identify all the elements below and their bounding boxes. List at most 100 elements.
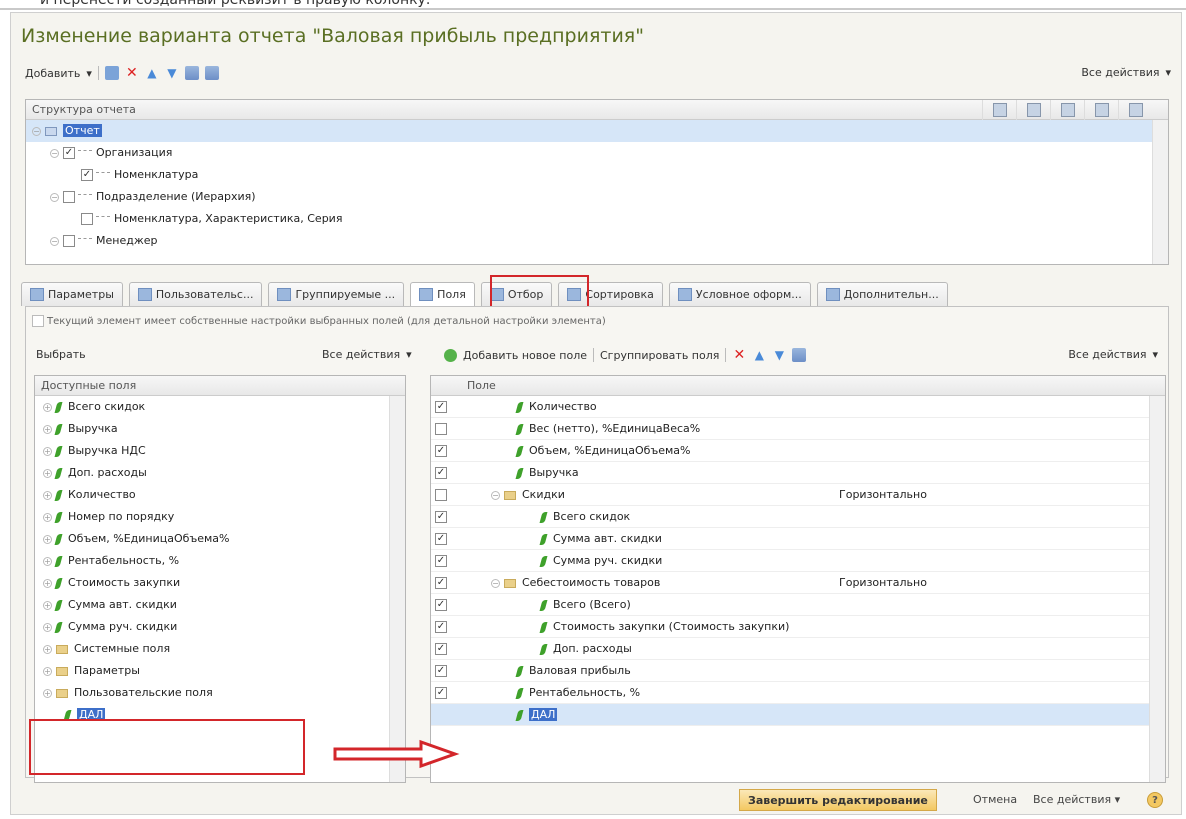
- row-checkbox[interactable]: ✓: [435, 621, 447, 633]
- expand-icon[interactable]: +: [43, 490, 52, 500]
- expand-icon[interactable]: +: [43, 622, 52, 632]
- row-checkbox[interactable]: ✓: [435, 467, 447, 479]
- expand-icon[interactable]: +: [43, 666, 52, 676]
- expand-icon[interactable]: −: [491, 578, 500, 588]
- list-item[interactable]: + Выручка НДС: [35, 440, 405, 462]
- list-item[interactable]: + Сумма авт. скидки: [35, 594, 405, 616]
- list-item[interactable]: + Доп. расходы: [35, 462, 405, 484]
- choose-label[interactable]: Выбрать: [36, 348, 86, 361]
- list-item[interactable]: + Параметры: [35, 660, 405, 682]
- list-item[interactable]: + Рентабельность, %: [35, 550, 405, 572]
- table-row[interactable]: ✓ Сумма руч. скидки: [431, 550, 1165, 572]
- footer-all-actions[interactable]: Все действия ▾: [1033, 789, 1120, 811]
- row-checkbox[interactable]: [435, 423, 447, 435]
- expand-icon[interactable]: +: [43, 446, 52, 456]
- table-row[interactable]: ✓ Выручка: [431, 462, 1165, 484]
- list-item[interactable]: + Всего скидок: [35, 396, 405, 418]
- row-checkbox[interactable]: [81, 213, 93, 225]
- table-row[interactable]: ✓ Рентабельность, %: [431, 682, 1165, 704]
- expand-icon[interactable]: +: [43, 644, 52, 654]
- expand-icon[interactable]: −: [491, 490, 500, 500]
- add-button[interactable]: Добавить: [25, 67, 80, 80]
- table-row[interactable]: ✓ Доп. расходы: [431, 638, 1165, 660]
- right-all-actions[interactable]: Все действия ▾: [1068, 348, 1158, 361]
- group-icon[interactable]: [184, 66, 199, 80]
- row-checkbox[interactable]: ✓: [81, 169, 93, 181]
- table-row[interactable]: ✓ Всего (Всего): [431, 594, 1165, 616]
- add-new-field-icon[interactable]: [444, 348, 457, 362]
- tab-3[interactable]: Группируемые ...: [268, 282, 405, 306]
- available-fields-scrollbar[interactable]: [389, 396, 405, 782]
- selected-fields-list[interactable]: Поле ✓ Количество Вес (нетто), %ЕдиницаВес…: [430, 375, 1166, 783]
- structure-scrollbar[interactable]: [1152, 120, 1168, 264]
- list-item[interactable]: + Выручка: [35, 418, 405, 440]
- table-row[interactable]: ✓ Объем, %ЕдиницаОбъема%: [431, 440, 1165, 462]
- delete-icon[interactable]: ✕: [732, 348, 746, 362]
- list-item[interactable]: + Сумма руч. скидки: [35, 616, 405, 638]
- expand-icon[interactable]: +: [43, 688, 52, 698]
- table-row[interactable]: ДАЛ: [431, 704, 1165, 726]
- own-settings-checkbox[interactable]: [32, 315, 44, 327]
- list-item[interactable]: + Пользовательские поля: [35, 682, 405, 704]
- add-grouping-icon[interactable]: [104, 66, 119, 80]
- delete-icon[interactable]: ✕: [125, 66, 139, 80]
- group-fields-button[interactable]: Сгруппировать поля: [600, 349, 719, 362]
- expand-icon[interactable]: +: [43, 402, 52, 412]
- expand-icon[interactable]: −: [50, 236, 59, 246]
- structure-row[interactable]: − ✓ Организация: [26, 142, 1168, 164]
- tab-2[interactable]: Пользовательс...: [128, 282, 263, 306]
- row-checkbox[interactable]: [63, 191, 75, 203]
- help-button[interactable]: ?: [1147, 792, 1163, 814]
- row-checkbox[interactable]: ✓: [435, 401, 447, 413]
- row-checkbox[interactable]: ✓: [435, 533, 447, 545]
- expand-icon[interactable]: +: [43, 578, 52, 588]
- finish-editing-button[interactable]: Завершить редактирование: [739, 789, 937, 811]
- expand-icon[interactable]: +: [43, 556, 52, 566]
- table-row[interactable]: ✓ Количество: [431, 396, 1165, 418]
- list-item[interactable]: + Объем, %ЕдиницаОбъема%: [35, 528, 405, 550]
- expand-icon[interactable]: +: [43, 534, 52, 544]
- list-item[interactable]: + Количество: [35, 484, 405, 506]
- row-checkbox[interactable]: ✓: [435, 445, 447, 457]
- structure-tree[interactable]: Структура отчета − Отчет − ✓ Организация ✓ Ном…: [25, 99, 1169, 265]
- move-down-icon[interactable]: ▼: [772, 348, 786, 362]
- structure-row[interactable]: − Отчет: [26, 120, 1168, 142]
- expand-icon[interactable]: +: [43, 512, 52, 522]
- table-row[interactable]: ✓ Валовая прибыль: [431, 660, 1165, 682]
- structure-row[interactable]: − Менеджер: [26, 230, 1168, 252]
- table-row[interactable]: ✓ Стоимость закупки (Стоимость закупки): [431, 616, 1165, 638]
- move-up-icon[interactable]: ▲: [145, 66, 159, 80]
- list-item[interactable]: + Стоимость закупки: [35, 572, 405, 594]
- row-checkbox[interactable]: [435, 489, 447, 501]
- expand-icon[interactable]: +: [43, 424, 52, 434]
- move-down-icon[interactable]: ▼: [165, 66, 179, 80]
- move-up-icon[interactable]: ▲: [752, 348, 766, 362]
- row-checkbox[interactable]: ✓: [63, 147, 75, 159]
- table-row[interactable]: − Скидки Горизонтально: [431, 484, 1165, 506]
- expand-icon[interactable]: −: [32, 126, 41, 136]
- tab-8[interactable]: Дополнительн...: [816, 282, 948, 306]
- own-settings-row[interactable]: Текущий элемент имеет собственные настро…: [32, 315, 606, 327]
- table-row[interactable]: ✓ Сумма авт. скидки: [431, 528, 1165, 550]
- selected-fields-scrollbar[interactable]: [1149, 396, 1165, 782]
- expand-icon[interactable]: +: [43, 600, 52, 610]
- row-checkbox[interactable]: ✓: [435, 643, 447, 655]
- list-item[interactable]: + Системные поля: [35, 638, 405, 660]
- tab-1[interactable]: Параметры: [21, 282, 123, 306]
- expand-icon[interactable]: +: [43, 468, 52, 478]
- table-row[interactable]: ✓ − Себестоимость товаров Горизонтально: [431, 572, 1165, 594]
- table-row[interactable]: ✓ Всего скидок: [431, 506, 1165, 528]
- group-icon[interactable]: [792, 348, 807, 362]
- structure-all-actions[interactable]: Все действия ▾: [1081, 66, 1171, 79]
- row-checkbox[interactable]: ✓: [435, 577, 447, 589]
- expand-icon[interactable]: −: [50, 192, 59, 202]
- ungroup-icon[interactable]: [204, 66, 219, 80]
- structure-row[interactable]: ✓ Номенклатура: [26, 164, 1168, 186]
- expand-icon[interactable]: −: [50, 148, 59, 158]
- left-all-actions[interactable]: Все действия ▾: [322, 348, 412, 361]
- row-checkbox[interactable]: ✓: [435, 687, 447, 699]
- tab-4[interactable]: Поля: [410, 282, 475, 306]
- row-checkbox[interactable]: ✓: [435, 511, 447, 523]
- table-row[interactable]: Вес (нетто), %ЕдиницаВеса%: [431, 418, 1165, 440]
- chevron-down-icon[interactable]: ▾: [86, 67, 92, 80]
